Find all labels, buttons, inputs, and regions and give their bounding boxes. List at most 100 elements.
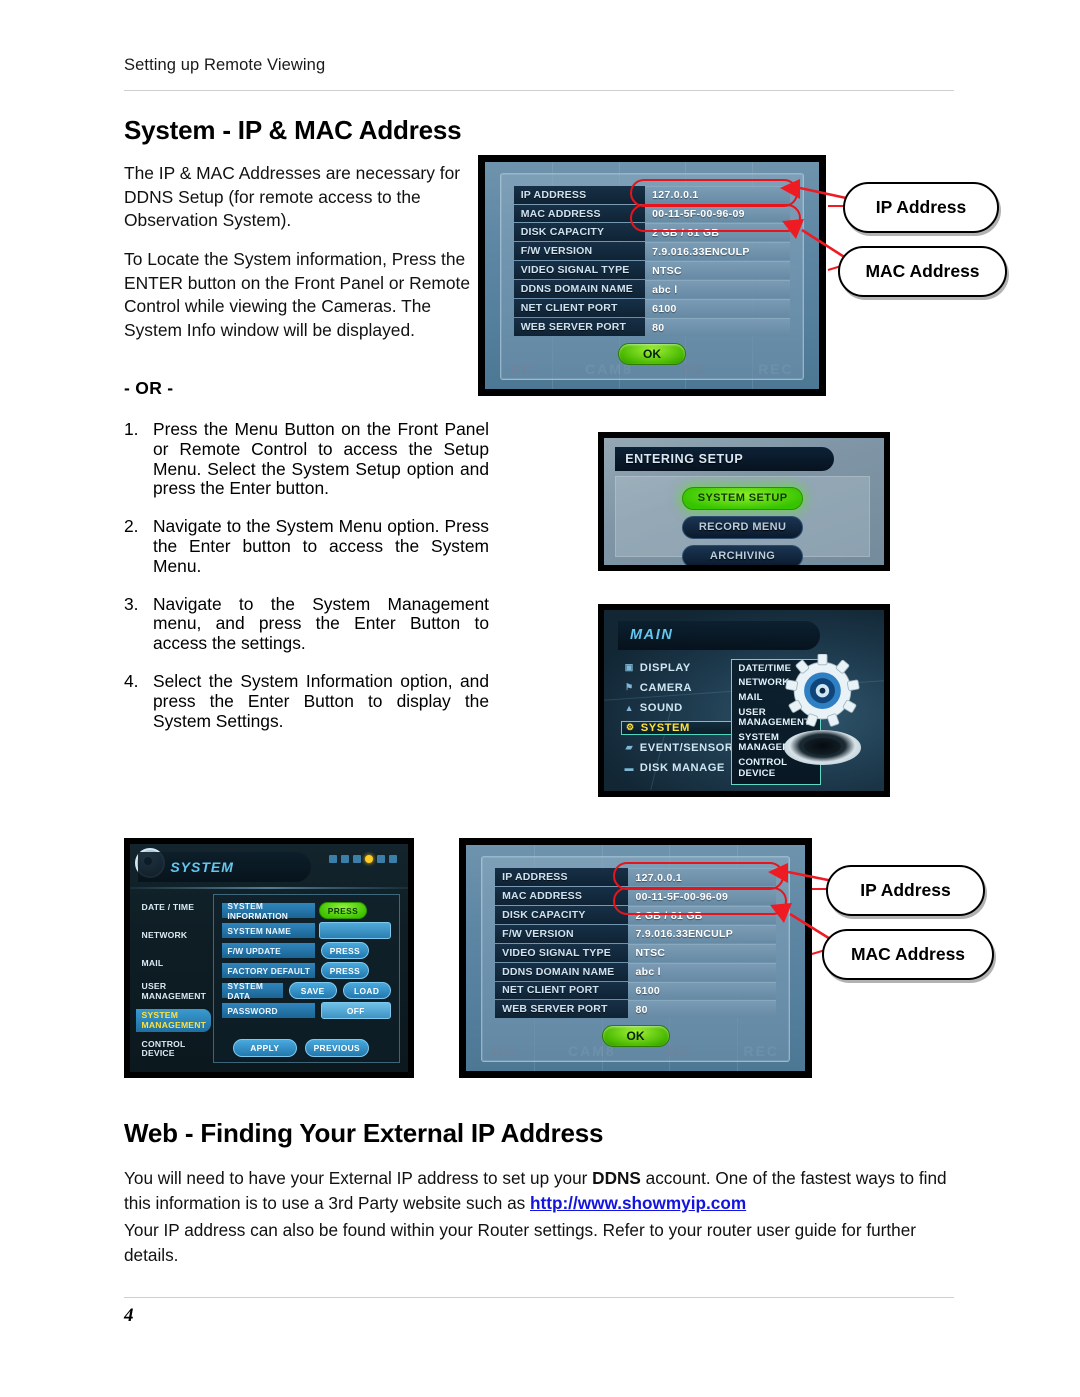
list-item: 4. Select the System Information option,… [124, 670, 489, 731]
fw-update-press-button[interactable]: PRESS [320, 942, 369, 960]
nav-item-display[interactable]: ▣ DISPLAY [621, 661, 733, 676]
status-icons [328, 855, 397, 864]
ok-button-row: OK [482, 1024, 789, 1047]
table-row: MAC ADDRESS 00-11-5F-00-96-09 [495, 887, 776, 906]
list-item: 1. Press the Menu Button on the Front Pa… [124, 419, 489, 499]
system-data-load-button[interactable]: LOAD [342, 982, 391, 1000]
password-toggle[interactable]: OFF [320, 1002, 391, 1020]
nav-label: DISK MANAGE [639, 761, 725, 774]
entering-setup-buttons: SYSTEM SETUP RECORD MENU ARCHIVING [616, 486, 869, 565]
system-info-dialog: IP ADDRESS 127.0.0.1 MAC ADDRESS 00-11-5… [481, 856, 790, 1062]
row-label: IP ADDRESS [513, 185, 646, 204]
system-name-input[interactable] [318, 922, 391, 940]
system-panel-tabs: DATE / TIME NETWORK MAIL USER MANAGEMENT… [135, 896, 211, 1066]
ok-button[interactable]: OK [601, 1024, 670, 1047]
table-row: VIDEO SIGNAL TYPE NTSC [495, 943, 776, 962]
nav-label: CAMERA [639, 681, 692, 694]
tab-system-management[interactable]: SYSTEM MANAGEMENT [135, 1009, 211, 1033]
system-panel-title: SYSTEM [138, 851, 311, 882]
list-item-number: 3. [124, 593, 139, 614]
field-label: SYSTEM DATA [222, 981, 283, 1001]
callout-mac-address-bottom: MAC Address [822, 929, 994, 980]
field-system-information: SYSTEM INFORMATION PRESS [222, 901, 390, 921]
field-factory-default: FACTORY DEFAULT PRESS [222, 962, 390, 980]
field-label: PASSWORD [222, 1003, 315, 1019]
list-item-number: 4. [124, 670, 139, 691]
speaker-icon: ▲ [624, 702, 634, 713]
or-label: - OR - [124, 378, 174, 398]
camera-icon: ⚑ [625, 682, 634, 693]
row-value: 2 GB / 81 GB [645, 223, 791, 242]
table-row: DDNS DOMAIN NAME abc l [513, 280, 791, 299]
list-item-text: Press the Menu Button on the Front Panel… [153, 419, 489, 499]
locate-paragraph: To Locate the System information, Press … [124, 249, 471, 340]
apply-button[interactable]: APPLY [232, 1038, 297, 1057]
row-value: NTSC [628, 943, 776, 962]
callout-mac-address-top: MAC Address [838, 246, 1007, 297]
list-item-number: 2. [124, 516, 139, 537]
nav-label: EVENT/SENSOR [639, 741, 734, 754]
nav-item-event-sensor[interactable]: ▰ EVENT/SENSOR [621, 741, 733, 756]
sound-status-icon [352, 855, 361, 864]
row-value: 00-11-5F-00-96-09 [628, 887, 776, 906]
tab-date-time[interactable]: DATE / TIME [136, 896, 211, 918]
tab-user-management[interactable]: USER MANAGEMENT [136, 980, 211, 1003]
nav-item-camera[interactable]: ⚑ CAMERA [621, 681, 733, 696]
previous-button[interactable]: PREVIOUS [304, 1038, 369, 1057]
tab-control-device[interactable]: CONTROL DEVICE [136, 1038, 211, 1061]
table-row: DDNS DOMAIN NAME abc l [495, 962, 776, 981]
web-paragraph-1: You will need to have your External IP a… [124, 1166, 959, 1216]
row-value: 127.0.0.1 [628, 868, 776, 887]
row-value: 6100 [628, 981, 776, 1000]
list-item-text: Navigate to the System Menu option. Pres… [153, 516, 489, 576]
nav-label: DISPLAY [639, 661, 691, 674]
nav-item-system[interactable]: ⚙ SYSTEM [620, 720, 733, 736]
row-label: F/W VERSION [495, 925, 629, 943]
archiving-button[interactable]: ARCHIVING [682, 544, 803, 565]
row-label: NET CLIENT PORT [495, 981, 629, 1000]
tab-network[interactable]: NETWORK [136, 924, 211, 946]
web-paragraph-2: Your IP address can also be found within… [124, 1220, 917, 1265]
nav-item-disk-manage[interactable]: ▬ DISK MANAGE [621, 761, 733, 776]
field-label: SYSTEM NAME [222, 923, 315, 939]
system-info-rows: IP ADDRESS 127.0.0.1 MAC ADDRESS 00-11-5… [495, 868, 776, 1029]
entering-setup-panel: SYSTEM SETUP RECORD MENU ARCHIVING [615, 476, 870, 565]
list-item-text: Navigate to the System Management menu, … [153, 593, 489, 654]
table-row: DISK CAPACITY 2 GB / 81 GB [513, 223, 791, 242]
system-data-save-button[interactable]: SAVE [288, 982, 337, 1000]
gear-illustration [772, 652, 876, 768]
table-row: IP ADDRESS 127.0.0.1 [513, 185, 791, 204]
nav-item-sound[interactable]: ▲ SOUND [621, 701, 733, 716]
row-label: VIDEO SIGNAL TYPE [513, 261, 646, 280]
steps-list: 1. Press the Menu Button on the Front Pa… [124, 419, 489, 731]
factory-default-press-button[interactable]: PRESS [320, 962, 369, 980]
system-info-screenshot-bottom: RC CAM8 RC REC IP ADDRESS 127.0.0.1 MAC … [459, 838, 812, 1078]
callout-ip-address-top: IP Address [843, 182, 999, 233]
system-settings-screenshot: SYSTEM DATE / TIME NETWORK MAIL USER MAN… [124, 838, 414, 1078]
header-divider [124, 90, 954, 91]
row-label: NET CLIENT PORT [513, 299, 646, 318]
system-setup-button[interactable]: SYSTEM SETUP [682, 486, 803, 510]
row-label: WEB SERVER PORT [495, 1000, 629, 1019]
page-number: 4 [124, 1305, 134, 1326]
showmyip-link[interactable]: http://www.showmyip.com [530, 1193, 746, 1213]
field-label: FACTORY DEFAULT [222, 963, 315, 979]
ok-button[interactable]: OK [618, 342, 686, 365]
page-title: System - IP & MAC Address [124, 115, 462, 145]
tab-mail[interactable]: MAIL [136, 952, 211, 974]
row-label: IP ADDRESS [495, 868, 629, 887]
system-information-press-button[interactable]: PRESS [318, 902, 367, 920]
entering-setup-title: ENTERING SETUP [615, 446, 834, 471]
document-page: Setting up Remote Viewing System - IP & … [0, 0, 1080, 1397]
table-row: F/W VERSION 7.9.016.33ENCULP [513, 242, 791, 261]
system-info-dialog: IP ADDRESS 127.0.0.1 MAC ADDRESS 00-11-5… [500, 173, 804, 380]
row-label: WEB SERVER PORT [513, 318, 646, 337]
disk-status-icon [388, 855, 397, 864]
list-item: 3. Navigate to the System Management men… [124, 593, 489, 654]
field-fw-update: F/W UPDATE PRESS [222, 942, 390, 960]
system-info-screenshot-top: RC CAM8 RC REC IP ADDRESS 127.0.0.1 MAC … [478, 155, 826, 396]
record-menu-button[interactable]: RECORD MENU [682, 515, 803, 539]
ok-button-row: OK [501, 342, 803, 365]
row-label: DISK CAPACITY [513, 223, 646, 242]
intro-paragraph: The IP & MAC Addresses are necessary for… [124, 163, 461, 231]
